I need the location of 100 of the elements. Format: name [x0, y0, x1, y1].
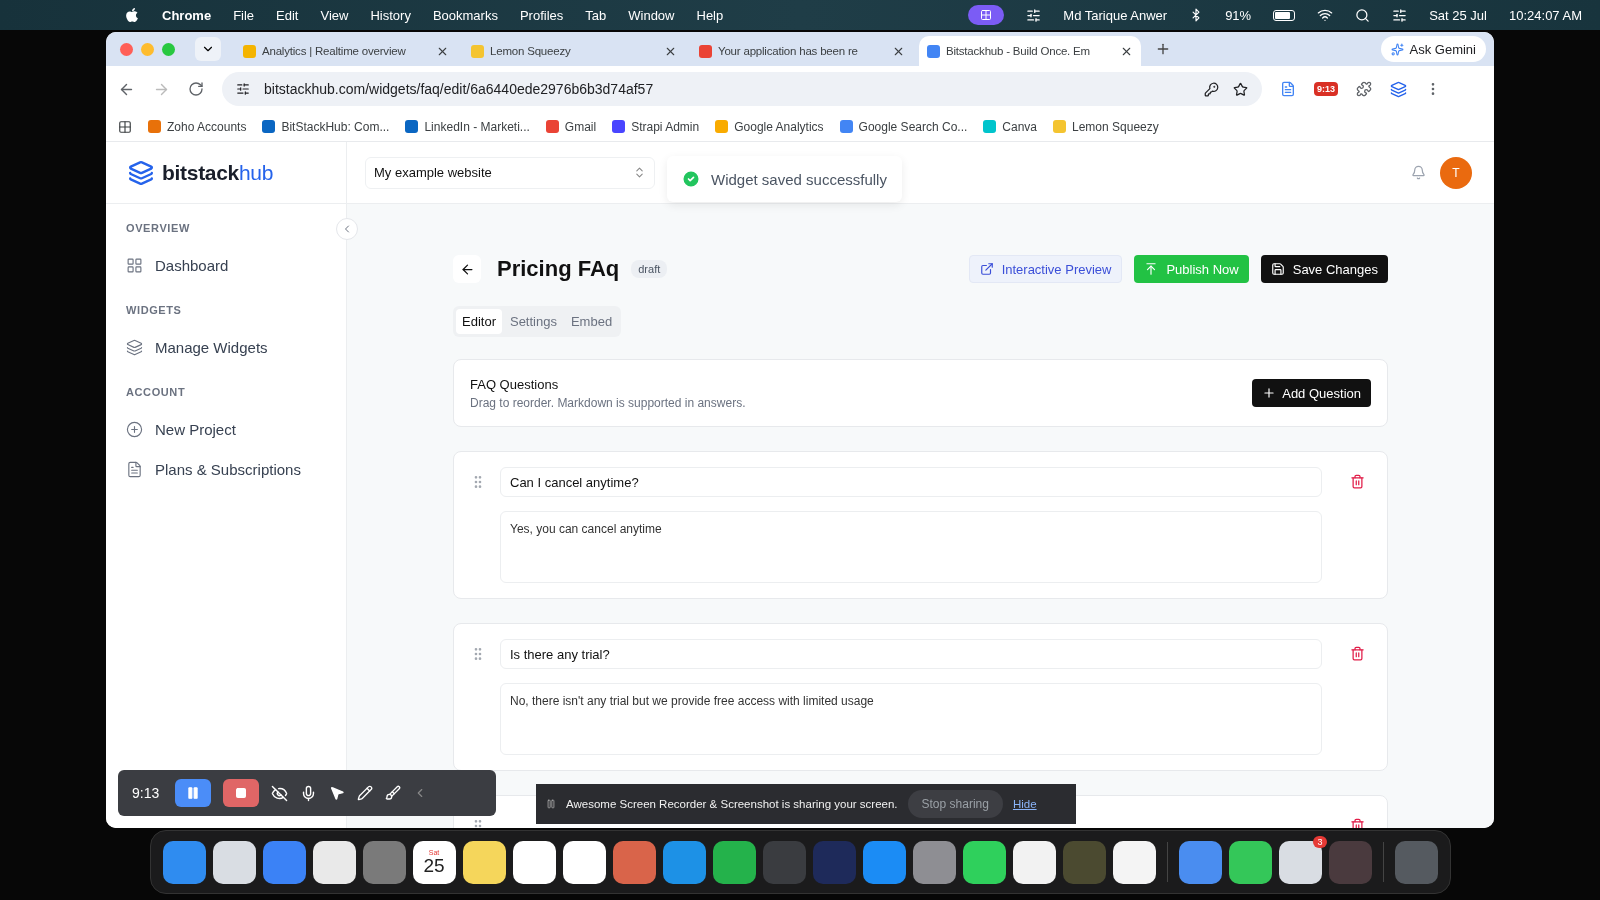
question-field[interactable]: Is there any trial? [500, 639, 1322, 669]
notification-badge: 3 [1313, 835, 1327, 848]
reload-icon[interactable] [188, 81, 204, 97]
sidebar-item[interactable]: Dashboard [126, 248, 326, 282]
ask-gemini-button[interactable]: Ask Gemini [1380, 36, 1486, 62]
menu-item[interactable]: Window [628, 7, 675, 23]
address-bar[interactable]: bitstackhub.com/widgets/faq/edit/6a6440ede2976b6b3d74af57 [222, 72, 1262, 106]
app-icon[interactable] [1112, 840, 1156, 884]
favicon-icon [243, 44, 256, 58]
answer-field[interactable]: No, there isn't any trial but we provide free access with limited usage [500, 683, 1322, 755]
app-icon[interactable] [312, 840, 356, 884]
key-icon[interactable] [1204, 81, 1219, 97]
tab-search-button[interactable] [195, 37, 221, 61]
pause-button[interactable] [175, 779, 212, 807]
browser-tab[interactable]: Bitstackhub - Build Once. Em [919, 36, 1141, 66]
app-icon[interactable] [562, 840, 606, 884]
delete-icon[interactable] [1350, 646, 1365, 661]
extension-badge[interactable]: 9:13 [1314, 82, 1338, 96]
stop-icon [235, 787, 248, 799]
menu-item[interactable]: Help [696, 7, 724, 23]
status-icon[interactable] [1026, 7, 1042, 23]
sidebar-item[interactable]: Plans & Subscriptions [126, 452, 326, 486]
app-icon[interactable] [712, 840, 756, 884]
browser-tab[interactable]: Lemon Squeezy [463, 36, 685, 66]
delete-icon[interactable] [1350, 474, 1365, 489]
chevron-icon [633, 166, 646, 179]
question-field[interactable]: Can I cancel anytime? [500, 467, 1322, 497]
app-icon[interactable] [1012, 840, 1056, 884]
section-heading: OVERVIEW [126, 221, 191, 236]
status-badge: draft [631, 260, 668, 278]
pointer-icon[interactable] [329, 785, 346, 801]
reading-mode-icon[interactable] [1280, 81, 1296, 97]
menu-time[interactable]: 10:24:07 AM [1509, 7, 1582, 23]
bookmark[interactable]: LinkedIn - Marketi... [405, 119, 530, 134]
new-tab-icon[interactable] [1155, 41, 1171, 57]
menu-app-name[interactable]: Chrome [162, 7, 212, 23]
browser-tab[interactable]: Analytics | Realtime overview [235, 36, 457, 66]
user-name[interactable]: Md Tarique Anwer [1063, 7, 1168, 23]
bookmark[interactable]: BitStackHub: Com... [262, 119, 390, 134]
answer-field[interactable]: Yes, you can cancel anytime [500, 511, 1322, 583]
menu-item[interactable]: Edit [276, 7, 299, 23]
app-icon[interactable] [1278, 840, 1322, 884]
save-button[interactable]: Save Changes [1260, 255, 1388, 283]
sidebar-item[interactable]: Manage Widgets [126, 330, 326, 364]
bookmark[interactable]: Strapi Admin [612, 119, 700, 134]
plus-icon [1262, 386, 1277, 400]
app-icon[interactable] [212, 840, 256, 884]
apps-icon[interactable] [118, 119, 132, 134]
bookmark[interactable]: Google Analytics [715, 119, 824, 134]
apple-icon[interactable] [124, 7, 140, 23]
add-question-button[interactable]: Add Question [1252, 379, 1371, 407]
sparkle-icon [1390, 42, 1404, 56]
menu-item[interactable]: View [320, 7, 349, 23]
app-icon[interactable] [1228, 840, 1272, 884]
stop-sharing-button[interactable]: Stop sharing [907, 790, 1003, 818]
battery-icon[interactable] [1273, 9, 1296, 21]
sidebar-item[interactable]: New Project [126, 412, 326, 446]
screen-share-status-icon[interactable] [968, 5, 1005, 25]
bookmark[interactable]: Zoho Accounts [148, 119, 247, 134]
menu-item[interactable]: Tab [585, 7, 607, 23]
trash-icon[interactable] [1394, 840, 1438, 884]
external-link-icon [979, 262, 994, 276]
bookmark[interactable]: Google Search Co... [839, 119, 968, 134]
camera-off-icon[interactable] [271, 784, 289, 802]
bookmark[interactable]: Lemon Squeezy [1053, 119, 1159, 134]
plus-circle-icon [126, 420, 143, 438]
extensions-icon[interactable] [1356, 81, 1372, 97]
site-info-icon[interactable] [236, 82, 250, 96]
favicon-icon [699, 44, 712, 58]
tab[interactable]: Editor [456, 309, 502, 334]
preview-button[interactable]: Interactive Preview [968, 255, 1123, 283]
tab[interactable]: Settings [503, 309, 563, 334]
recording-timer: 9:13 [132, 785, 160, 801]
logo-icon [128, 159, 154, 186]
app-icon[interactable] [462, 840, 506, 884]
menu-date[interactable]: Sat 25 Jul [1429, 7, 1487, 23]
pencil-icon[interactable] [357, 785, 374, 801]
document-icon [126, 460, 143, 478]
app-icon[interactable] [962, 840, 1006, 884]
menu-item[interactable]: Bookmarks [432, 7, 498, 23]
browser-tab[interactable]: Your application has been re [691, 36, 913, 66]
wifi-icon[interactable] [1317, 7, 1334, 23]
menu-item[interactable]: History [370, 7, 411, 23]
bookmark-star-icon[interactable] [1233, 81, 1248, 97]
bookmark[interactable]: Gmail [545, 119, 597, 134]
hide-link[interactable]: Hide [1012, 798, 1037, 810]
layers-icon[interactable] [1390, 80, 1407, 98]
control-center-icon[interactable] [1392, 7, 1408, 23]
back-button[interactable] [453, 255, 481, 283]
menu-item[interactable]: Profiles [519, 7, 564, 23]
stop-button[interactable] [223, 779, 260, 807]
search-icon[interactable] [1355, 7, 1371, 23]
bookmark[interactable]: Canva [983, 119, 1037, 134]
brush-icon[interactable] [385, 785, 402, 801]
section-heading: ACCOUNT [126, 385, 187, 400]
project-select[interactable]: My example website [365, 156, 655, 189]
app-icon[interactable] [512, 840, 556, 884]
menu-item[interactable]: File [233, 7, 255, 23]
pause-icon [546, 799, 556, 809]
tab[interactable]: Embed [564, 309, 619, 334]
